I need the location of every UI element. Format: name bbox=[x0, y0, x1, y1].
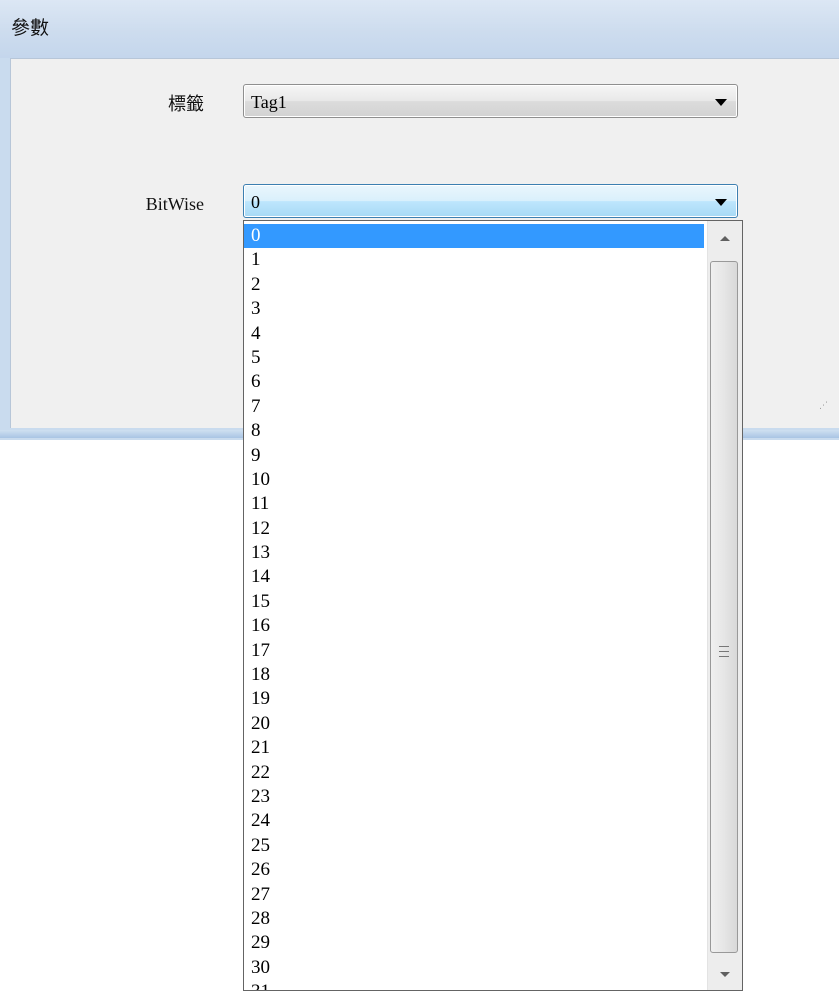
dropdown-option[interactable]: 25 bbox=[244, 834, 704, 858]
tag-combobox[interactable]: Tag1 bbox=[243, 84, 738, 118]
dropdown-option[interactable]: 10 bbox=[244, 468, 704, 492]
dropdown-option[interactable]: 18 bbox=[244, 663, 704, 687]
dropdown-scrollbar[interactable] bbox=[707, 221, 742, 990]
dropdown-options: 0 1 2 3 4 5 6 7 8 9 10 11 12 13 14 15 16 17 18 19 20 21 22 23 24… bbox=[244, 224, 704, 990]
tag-combobox-value: Tag1 bbox=[251, 92, 287, 112]
thumb-grip-icon bbox=[719, 646, 729, 657]
dropdown-option[interactable]: 16 bbox=[244, 614, 704, 638]
dropdown-option[interactable]: 21 bbox=[244, 736, 704, 760]
dropdown-option[interactable]: 27 bbox=[244, 883, 704, 907]
chevron-down-icon[interactable] bbox=[715, 199, 727, 206]
scroll-thumb[interactable] bbox=[710, 261, 738, 953]
dropdown-option[interactable]: 7 bbox=[244, 395, 704, 419]
dropdown-option[interactable]: 12 bbox=[244, 517, 704, 541]
dropdown-option[interactable]: 2 bbox=[244, 273, 704, 297]
bitwise-dropdown-list[interactable]: 0 1 2 3 4 5 6 7 8 9 10 11 12 13 14 15 16 17 18 19 20 21 22 23 24… bbox=[243, 220, 743, 991]
dropdown-option[interactable]: 3 bbox=[244, 297, 704, 321]
dropdown-option[interactable]: 11 bbox=[244, 492, 704, 516]
chevron-down-icon[interactable] bbox=[715, 99, 727, 106]
dropdown-option[interactable]: 1 bbox=[244, 248, 704, 272]
dropdown-option[interactable]: 30 bbox=[244, 956, 704, 980]
arrow-down-icon bbox=[720, 972, 730, 977]
dropdown-option[interactable]: 28 bbox=[244, 907, 704, 931]
dropdown-option[interactable]: 26 bbox=[244, 858, 704, 882]
arrow-up-icon bbox=[720, 236, 730, 241]
dropdown-option[interactable]: 24 bbox=[244, 809, 704, 833]
resize-grip-icon[interactable]: ⋰ bbox=[819, 402, 831, 418]
bitwise-combobox[interactable]: 0 bbox=[243, 184, 738, 218]
tag-label: 標籤 bbox=[168, 94, 204, 114]
bitwise-combobox-value: 0 bbox=[251, 192, 260, 212]
bitwise-label: BitWise bbox=[145, 194, 204, 214]
dropdown-option[interactable]: 13 bbox=[244, 541, 704, 565]
dropdown-option[interactable]: 6 bbox=[244, 370, 704, 394]
dropdown-option[interactable]: 29 bbox=[244, 931, 704, 955]
dropdown-option[interactable]: 19 bbox=[244, 687, 704, 711]
scroll-up-button[interactable] bbox=[709, 221, 741, 259]
dropdown-option[interactable]: 9 bbox=[244, 444, 704, 468]
dropdown-option[interactable]: 0 bbox=[244, 224, 704, 249]
dropdown-option[interactable]: 17 bbox=[244, 639, 704, 663]
dropdown-option[interactable]: 4 bbox=[244, 322, 704, 346]
dropdown-option[interactable]: 20 bbox=[244, 712, 704, 736]
dropdown-option[interactable]: 14 bbox=[244, 565, 704, 589]
dropdown-option[interactable]: 31 bbox=[244, 980, 704, 990]
dropdown-option[interactable]: 5 bbox=[244, 346, 704, 370]
scroll-down-button[interactable] bbox=[709, 952, 741, 990]
panel-title: 參數 bbox=[11, 17, 50, 39]
dropdown-option[interactable]: 23 bbox=[244, 785, 704, 809]
dropdown-option[interactable]: 22 bbox=[244, 761, 704, 785]
panel-header: 參數 bbox=[0, 0, 839, 58]
dropdown-option[interactable]: 15 bbox=[244, 590, 704, 614]
dropdown-option[interactable]: 8 bbox=[244, 419, 704, 443]
